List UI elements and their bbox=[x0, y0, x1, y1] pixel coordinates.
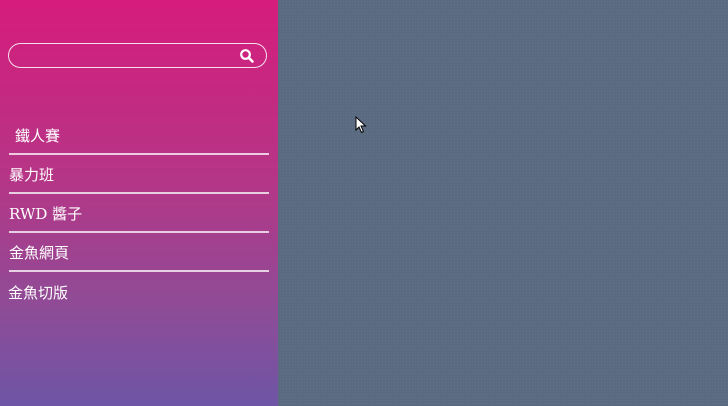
nav-link-violence-class[interactable]: 暴力班 bbox=[9, 164, 54, 185]
sidebar: 鐵人賽 暴力班 RWD 醬子 金魚網頁 金魚切版 bbox=[0, 0, 278, 406]
nav-item-rwd: RWD 醬子 bbox=[9, 194, 269, 233]
nav-link-goldfish-web[interactable]: 金魚網頁 bbox=[9, 242, 69, 263]
nav-link-rwd[interactable]: RWD 醬子 bbox=[9, 203, 82, 224]
search-icon[interactable] bbox=[239, 48, 255, 64]
nav-item-ironman: 鐵人賽 bbox=[9, 116, 269, 155]
nav-menu: 鐵人賽 暴力班 RWD 醬子 金魚網頁 金魚切版 bbox=[0, 116, 278, 309]
nav-link-ironman[interactable]: 鐵人賽 bbox=[15, 125, 60, 146]
mouse-cursor-icon bbox=[355, 115, 367, 134]
search-box bbox=[8, 43, 267, 68]
nav-item-goldfish-layout: 金魚切版 bbox=[8, 272, 269, 309]
nav-item-violence-class: 暴力班 bbox=[9, 155, 269, 194]
nav-link-goldfish-layout[interactable]: 金魚切版 bbox=[8, 282, 68, 303]
nav-item-goldfish-web: 金魚網頁 bbox=[9, 233, 269, 272]
search-input[interactable] bbox=[19, 47, 229, 64]
